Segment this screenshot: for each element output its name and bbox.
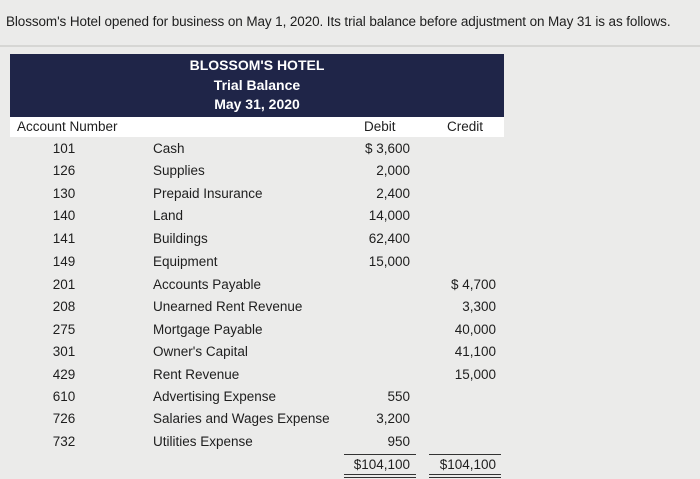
credit-amount: 3,300: [462, 299, 496, 314]
account-name: Salaries and Wages Expense: [153, 411, 330, 426]
account-name: Buildings: [153, 231, 208, 246]
totals-row: $104,100 $104,100: [0, 457, 700, 475]
debit-amount: 2,400: [376, 186, 410, 201]
credit-underline: [429, 454, 501, 455]
account-name: Rent Revenue: [153, 367, 240, 382]
credit-amount: $ 4,700: [450, 277, 496, 292]
report-title: Trial Balance: [213, 77, 301, 93]
debit-amount: 62,400: [368, 231, 410, 246]
company-name: BLOSSOM'S HOTEL: [189, 57, 325, 73]
account-name: Accounts Payable: [153, 277, 262, 292]
debit-amount: 3,200: [376, 411, 410, 426]
account-number: 301: [52, 344, 76, 359]
column-headers: Account Number Debit Credit: [10, 117, 504, 137]
account-name: Unearned Rent Revenue: [153, 299, 303, 314]
debit-amount: 950: [387, 434, 410, 449]
account-number: 201: [52, 277, 76, 292]
account-number: 141: [52, 231, 76, 246]
debit-amount: 550: [387, 389, 410, 404]
debit-amount: 15,000: [368, 254, 410, 269]
account-number: 610: [52, 389, 76, 404]
account-name: Land: [153, 208, 184, 223]
table-row: 201 Accounts Payable $ 4,700: [0, 277, 700, 299]
table-row: 610 Advertising Expense 550: [0, 389, 700, 411]
table-row: 149 Equipment 15,000: [0, 254, 700, 276]
header-debit: Debit: [364, 119, 396, 134]
table-row: 101 Cash $ 3,600: [0, 141, 700, 163]
credit-double-underline: [429, 474, 501, 478]
intro-text: Blossom's Hotel opened for business on M…: [6, 14, 671, 29]
table-row: 130 Prepaid Insurance 2,400: [0, 186, 700, 208]
table-row: 301 Owner's Capital 41,100: [0, 344, 700, 366]
total-debit: $104,100: [353, 457, 410, 472]
table-row: 726 Salaries and Wages Expense 3,200: [0, 411, 700, 433]
header-account-number: Account Number: [17, 119, 118, 134]
table-row: 140 Land 14,000: [0, 208, 700, 230]
total-credit: $104,100: [439, 457, 496, 472]
header-credit: Credit: [447, 119, 484, 134]
account-number: 149: [52, 254, 76, 269]
account-number: 275: [52, 322, 76, 337]
table-row: 141 Buildings 62,400: [0, 231, 700, 253]
table-row: 429 Rent Revenue 15,000: [0, 367, 700, 389]
divider: [0, 45, 700, 47]
account-number: 101: [52, 141, 76, 156]
account-number: 130: [52, 186, 76, 201]
account-number: 732: [52, 434, 76, 449]
account-name: Equipment: [153, 254, 218, 269]
account-name: Mortgage Payable: [153, 322, 263, 337]
account-number: 140: [52, 208, 76, 223]
debit-amount: $ 3,600: [364, 141, 410, 156]
trial-balance-banner: BLOSSOM'S HOTEL Trial Balance May 31, 20…: [10, 54, 504, 117]
account-number: 126: [52, 163, 76, 178]
table-row: 275 Mortgage Payable 40,000: [0, 322, 700, 344]
account-name: Supplies: [153, 163, 205, 178]
table-row: 732 Utilities Expense 950: [0, 434, 700, 456]
credit-amount: 40,000: [454, 322, 496, 337]
report-date: May 31, 2020: [214, 96, 300, 112]
table-row: 208 Unearned Rent Revenue 3,300: [0, 299, 700, 321]
debit-double-underline: [344, 474, 416, 478]
debit-underline: [344, 454, 416, 455]
table-row: 126 Supplies 2,000: [0, 163, 700, 185]
debit-amount: 14,000: [368, 208, 410, 223]
credit-amount: 41,100: [454, 344, 496, 359]
account-name: Cash: [153, 141, 185, 156]
account-number: 429: [52, 367, 76, 382]
account-name: Utilities Expense: [153, 434, 253, 449]
credit-amount: 15,000: [454, 367, 496, 382]
account-name: Owner's Capital: [153, 344, 248, 359]
account-number: 726: [52, 411, 76, 426]
debit-amount: 2,000: [376, 163, 410, 178]
account-number: 208: [52, 299, 76, 314]
account-name: Prepaid Insurance: [153, 186, 263, 201]
account-name: Advertising Expense: [153, 389, 277, 404]
